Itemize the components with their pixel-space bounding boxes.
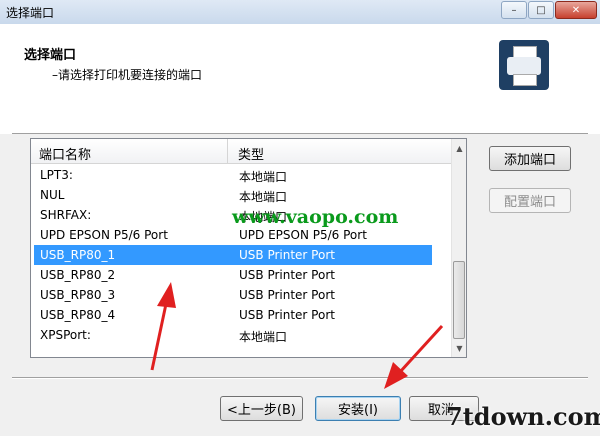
printer-icon [499,40,549,90]
port-row[interactable]: LPT3: 本地端口 [34,165,432,185]
port-list[interactable]: 端口名称 类型 LPT3: 本地端口 NUL 本地端口 SHRFAX: 本地端口… [30,138,467,358]
port-row-selected[interactable]: USB_RP80_1 USB Printer Port [34,245,432,265]
port-type: USB Printer Port [239,248,335,262]
list-scrollbar[interactable]: ▲ ▼ [451,139,466,357]
port-name: SHRFAX: [40,208,92,222]
site-watermark: www.vaopo.com [232,206,399,228]
port-row[interactable]: XPSPort: 本地端口 [34,325,432,345]
minimize-button[interactable]: – [501,1,527,19]
port-name: XPSPort: [40,328,91,342]
port-name: NUL [40,188,65,202]
column-header-port-name[interactable]: 端口名称 [39,144,91,163]
port-type: USB Printer Port [239,268,335,282]
port-row[interactable]: USB_RP80_4 USB Printer Port [34,305,432,325]
port-type: USB Printer Port [239,288,335,302]
back-button[interactable]: <上一步(B) [220,396,303,421]
port-name: USB_RP80_4 [40,308,116,322]
port-row[interactable]: USB_RP80_2 USB Printer Port [34,265,432,285]
scroll-thumb[interactable] [453,261,465,339]
scroll-down-icon[interactable]: ▼ [452,340,466,356]
port-row[interactable]: USB_RP80_3 USB Printer Port [34,285,432,305]
footer-divider [12,377,588,379]
page-title: 选择端口 [24,48,77,63]
port-name: USB_RP80_2 [40,268,116,282]
window-title: 选择端口 [6,6,55,20]
close-button[interactable]: ✕ [555,1,597,19]
port-name: UPD EPSON P5/6 Port [40,228,168,242]
port-type: USB Printer Port [239,308,335,322]
port-name: LPT3: [40,168,73,182]
scroll-up-icon[interactable]: ▲ [452,140,466,156]
column-header-type[interactable]: 类型 [238,144,264,163]
maximize-button[interactable]: □ [528,1,554,19]
site-logo-watermark: 7tdown.com [446,402,600,431]
port-type: 本地端口 [239,330,288,344]
port-type: 本地端口 [239,170,288,184]
add-port-button[interactable]: 添加端口 [489,146,571,171]
configure-port-button[interactable]: 配置端口 [489,188,571,213]
port-name: USB_RP80_1 [40,248,116,262]
list-header: 端口名称 类型 [31,139,451,164]
install-button[interactable]: 安装(I) [315,396,401,421]
port-name: USB_RP80_3 [40,288,116,302]
port-row[interactable]: NUL 本地端口 [34,185,432,205]
port-type: UPD EPSON P5/6 Port [239,228,367,242]
title-bar: 选择端口 – □ ✕ [0,0,600,25]
port-type: 本地端口 [239,190,288,204]
page-subtitle: –请选择打印机要连接的端口 [52,68,203,82]
port-row[interactable]: UPD EPSON P5/6 Port UPD EPSON P5/6 Port [34,225,432,245]
